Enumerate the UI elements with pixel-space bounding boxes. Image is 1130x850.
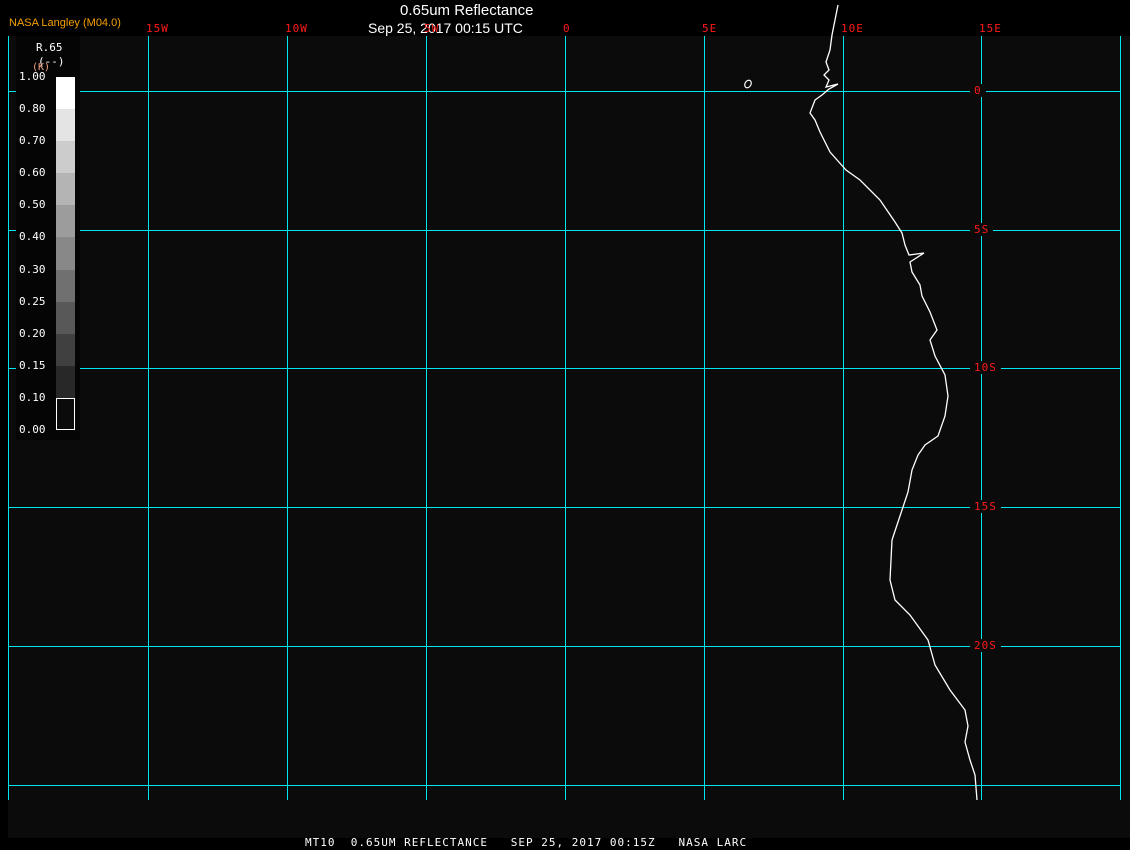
colorbar-segment <box>56 365 75 399</box>
latitude-label: 0 <box>970 84 986 97</box>
colorbar-tick-label: 0.70 <box>19 134 46 148</box>
colorbar-variable: R.65 <box>36 41 63 54</box>
latitude-label: 5S <box>970 223 994 236</box>
colorbar-tick-label: 0.10 <box>19 390 46 404</box>
island-outline <box>744 79 752 89</box>
colorbar-segment <box>56 333 75 367</box>
longitude-label: 10W <box>285 22 308 35</box>
colorbar-tick-label: 0.20 <box>19 326 46 340</box>
colorbar-segment <box>56 141 75 174</box>
longitude-label: 0 <box>563 22 571 35</box>
colorbar-tick-label: 0.40 <box>19 230 46 244</box>
colorbar-tick-label: 0.00 <box>19 423 46 436</box>
coastline <box>809 4 978 801</box>
colorbar-segment <box>56 205 75 238</box>
colorbar-tick-label: 0.15 <box>19 358 46 372</box>
image-title: 0.65um Reflectance <box>400 2 534 19</box>
latitude-label: 10S <box>970 361 1001 374</box>
footer-caption: MT10 0.65UM REFLECTANCE SEP 25, 2017 00:… <box>305 836 748 849</box>
colorbar-segment <box>56 269 75 303</box>
longitude-label: 15W <box>146 22 169 35</box>
colorbar-segment <box>56 109 75 142</box>
colorbar-segment <box>56 237 75 271</box>
longitude-label: 5W <box>424 22 440 35</box>
longitude-label: 10E <box>841 22 864 35</box>
colorbar <box>56 77 75 431</box>
colorbar-tick-label: 0.80 <box>19 102 46 116</box>
image-datetime: Sep 25, 2017 00:15 UTC <box>368 20 523 36</box>
colorbar-tick-label: 0.60 <box>19 166 46 180</box>
latitude-label: 15S <box>970 500 1001 513</box>
longitude-label: 5E <box>702 22 718 35</box>
colorbar-tick-label: 0.30 <box>19 262 46 276</box>
colorbar-segment <box>56 77 75 110</box>
colorbar-tick-label: 0.50 <box>19 198 46 212</box>
colorbar-tick-label: 0.25 <box>19 294 46 308</box>
map-grid <box>8 4 1121 801</box>
colorbar-segment <box>56 173 75 206</box>
colorbar-segment <box>56 301 75 335</box>
latitude-label: 20S <box>970 639 1001 652</box>
longitude-label: 15E <box>979 22 1002 35</box>
colorbar-tick-label: 1.00 <box>19 70 46 83</box>
credit-label: NASA Langley (M04.0) <box>9 17 121 29</box>
colorbar-segment <box>56 397 75 431</box>
